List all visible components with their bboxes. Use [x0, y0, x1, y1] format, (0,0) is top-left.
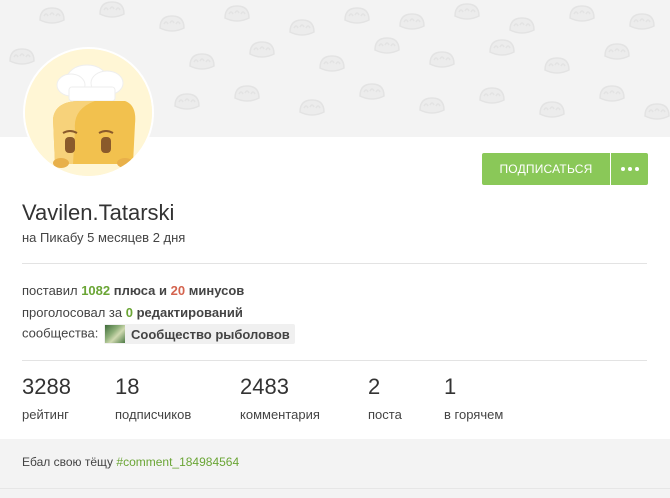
note-text: Ебал свою тёщу: [22, 455, 114, 469]
ellipsis-dot-icon: [620, 167, 625, 171]
stat-value: 18: [115, 374, 140, 399]
profile-note: Ебал свою тёщу #comment_184984564: [22, 455, 239, 469]
stat-value: 2: [368, 374, 381, 399]
and-word: и: [159, 283, 168, 298]
community-link[interactable]: Сообщество рыболовов: [104, 324, 295, 344]
stat-rating: 3288 рейтинг: [22, 374, 71, 423]
stat-label: поста: [368, 407, 402, 422]
pluses-word: плюса: [113, 283, 156, 298]
stat-subscribers[interactable]: 18 подписчиков: [115, 374, 192, 423]
edits-prefix: проголосовал за: [22, 305, 123, 320]
stat-label: рейтинг: [22, 407, 69, 422]
edits-word: редактирований: [136, 305, 243, 320]
stat-label: подписчиков: [115, 407, 192, 422]
ellipsis-dot-icon: [627, 167, 632, 171]
username: Vavilen.Tatarski: [22, 200, 175, 225]
minuses-word: минусов: [188, 283, 245, 298]
ellipsis-dot-icon: [634, 167, 639, 171]
stat-label: в горячем: [444, 407, 504, 422]
votes-summary: поставил 1082 плюса и 20 минусов: [22, 283, 244, 298]
stat-hot[interactable]: 1 в горячем: [444, 374, 504, 423]
stat-posts[interactable]: 2 поста: [368, 374, 402, 423]
communities-row: сообщества: Сообщество рыболовов: [22, 324, 295, 344]
minuses-count: 20: [170, 283, 186, 298]
divider: [0, 488, 670, 489]
more-options-button[interactable]: [611, 153, 648, 185]
stat-value: 1: [444, 374, 457, 399]
stat-label: комментария: [240, 407, 320, 422]
communities-label: сообщества:: [22, 325, 99, 341]
stat-comments[interactable]: 2483 комментария: [240, 374, 320, 423]
divider: [22, 263, 647, 264]
membership-duration: на Пикабу 5 месяцев 2 дня: [22, 230, 186, 245]
stat-value: 3288: [22, 374, 71, 399]
chef-cupcake-icon: [25, 49, 152, 176]
pluses-count: 1082: [81, 283, 111, 298]
fishing-community-icon: [105, 325, 126, 343]
stat-value: 2483: [240, 374, 289, 399]
divider: [22, 360, 647, 361]
edits-summary: проголосовал за 0 редактирований: [22, 305, 243, 320]
profile-actions: ПОДПИСАТЬСЯ: [482, 153, 648, 185]
community-name: Сообщество рыболовов: [131, 326, 290, 342]
note-comment-link[interactable]: #comment_184984564: [116, 455, 239, 469]
votes-prefix: поставил: [22, 283, 78, 298]
subscribe-button[interactable]: ПОДПИСАТЬСЯ: [482, 153, 610, 185]
avatar[interactable]: [23, 47, 154, 178]
edits-count: 0: [125, 305, 133, 320]
